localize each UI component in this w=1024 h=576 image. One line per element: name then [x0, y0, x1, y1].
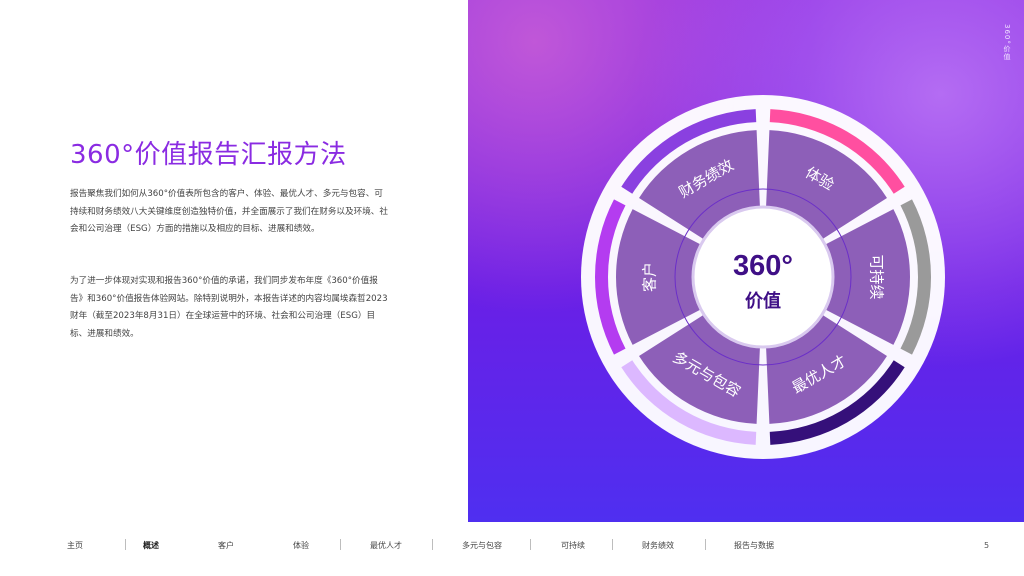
- page-title: 360°价值报告汇报方法: [70, 140, 347, 170]
- content-panel: 360°价值报告汇报方法 报告聚焦我们如何从360°价值表所包含的客户、体验、最…: [0, 0, 468, 522]
- nav-item-9[interactable]: 报告与数据: [734, 540, 774, 551]
- center-number: 360°: [733, 250, 793, 282]
- segment-label-5: 客户: [641, 262, 659, 292]
- value-wheel: 体验可持续最优人才多元与包容客户财务绩效 360° 价值: [581, 95, 945, 459]
- nav-item-1[interactable]: 主页: [67, 540, 83, 551]
- nav-item-6[interactable]: 多元与包容: [462, 540, 502, 551]
- nav-separator: [125, 539, 126, 550]
- nav-separator: [340, 539, 341, 550]
- nav-separator: [530, 539, 531, 550]
- nav-item-5[interactable]: 最优人才: [370, 540, 402, 551]
- side-label: 360°价值: [1003, 24, 1011, 61]
- nav-separator: [612, 539, 613, 550]
- nav-separator: [705, 539, 706, 550]
- nav-item-3[interactable]: 客户: [218, 540, 234, 551]
- intro-paragraph: 报告聚焦我们如何从360°价值表所包含的客户、体验、最优人才、多元与包容、可持续…: [70, 189, 388, 234]
- nav-item-7[interactable]: 可持续: [561, 540, 585, 551]
- nav-separator: [432, 539, 433, 550]
- segment-label-2: 可持续: [868, 254, 886, 299]
- nav-item-8[interactable]: 财务绩效: [642, 540, 674, 551]
- commitment-paragraph: 为了进一步体现对实现和报告360°价值的承诺，我们同步发布年度《360°价值报告…: [70, 276, 388, 339]
- center-label: 价值: [745, 290, 781, 312]
- hero-panel: 360°价值 体验 可持续 最优人才 多元与包容 客户 财务绩效 360° 价值: [468, 0, 1024, 522]
- page-number: 5: [984, 541, 990, 550]
- nav-item-2[interactable]: 概述: [143, 540, 159, 551]
- nav-item-4[interactable]: 体验: [293, 540, 309, 551]
